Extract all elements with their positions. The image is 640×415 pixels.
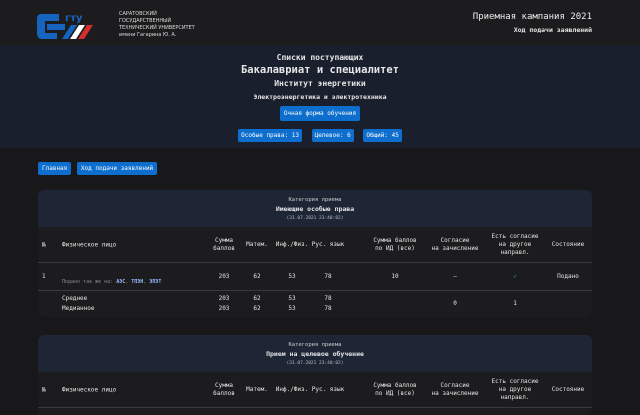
col-sum: Сумма баллов — [213, 381, 235, 397]
home-button[interactable]: Главная — [38, 162, 72, 175]
col-state: Состояние — [551, 385, 585, 393]
col-person: Физическое лицо — [62, 386, 117, 393]
category-date: (31.07.2021 23:40:02) — [286, 216, 344, 221]
col-consent: Согласие на зачисление — [431, 236, 479, 252]
col-other: Есть согласие на другое направл. — [491, 377, 539, 401]
col-math: Матем. — [246, 240, 268, 248]
also-applied: Подано так же на: АЭС, ТПЭН, ЭПЭТ — [62, 279, 162, 285]
category-name: Прием на целевое обучение — [266, 350, 364, 358]
table-row: 1 Подано так же на: АЭС, ТПЭН, ЭПЭТ 203 … — [38, 263, 592, 291]
col-sum: Сумма баллов — [213, 236, 235, 252]
progress-link[interactable]: Ход подачи заявлений — [473, 26, 592, 34]
program-title: Электроэнергетика и электротехника — [253, 93, 387, 101]
col-consent: Согласие на зачисление — [431, 381, 479, 397]
campaign-title: Приемная кампания 2021 — [472, 12, 592, 22]
median-rus: 78 — [324, 305, 332, 312]
avg-sum: 203 — [218, 295, 230, 302]
median-label: Медианное — [62, 305, 95, 312]
level-title: Бакалавриат и специалитет — [240, 64, 400, 76]
progress-button[interactable]: Ход подачи заявлений — [76, 162, 158, 175]
avg-inf: 53 — [288, 295, 296, 302]
avg-rus: 78 — [324, 295, 332, 302]
hero: Списки поступающих Бакалавриат и специал… — [0, 45, 640, 148]
col-id: Сумма баллов по ИД (все) — [373, 236, 417, 252]
general-count-button[interactable]: Общий: 45 — [363, 129, 402, 142]
col-num: № — [42, 241, 46, 248]
median-math: 62 — [253, 305, 261, 312]
row-id: 10 — [391, 273, 399, 280]
col-inf: Инф./Физ. — [275, 385, 309, 393]
col-rus: Рус. язык — [311, 240, 345, 248]
row-consent: — — [453, 273, 457, 280]
row-inf: 53 — [288, 273, 296, 280]
col-num: № — [42, 386, 46, 393]
row-sum: 203 — [218, 273, 230, 280]
avg-math: 62 — [253, 295, 261, 302]
target-count-button[interactable]: Целевое: 6 — [311, 129, 354, 142]
col-id: Сумма баллов по ИД (все) — [373, 381, 417, 397]
site-header: гту САРАТОВСКИЙ ГОСУДАРСТВЕННЫЙ ТЕХНИЧЕС… — [0, 0, 640, 45]
row-math: 62 — [253, 273, 261, 280]
university-logo[interactable]: гту — [37, 11, 113, 43]
university-name: САРАТОВСКИЙ ГОСУДАРСТВЕННЫЙ ТЕХНИЧЕСКИЙ … — [119, 11, 195, 39]
category-date: (31.07.2021 23:40:02) — [286, 361, 344, 366]
other-total: 1 — [513, 300, 517, 307]
stats-row: Среднее Медианное 203 62 53 78 203 62 53… — [38, 291, 592, 317]
table-header: № Физическое лицо Сумма баллов Матем. Инф… — [38, 372, 592, 408]
col-state: Состояние — [551, 240, 585, 248]
uni-line: САРАТОВСКИЙ — [119, 11, 157, 17]
svg-text:гту: гту — [65, 13, 83, 24]
row-num: 1 — [42, 273, 46, 280]
category-name: Имеющие особые права — [275, 205, 355, 213]
avg-label: Среднее — [62, 295, 88, 302]
nav-buttons: Главная Ход подачи заявлений — [38, 162, 159, 175]
uni-line: имени Гагарина Ю. А. — [119, 32, 177, 38]
col-inf: Инф./Физ. — [275, 240, 309, 248]
check-icon: ✓ — [513, 273, 517, 280]
program-link[interactable]: ЭПЭТ — [149, 279, 161, 285]
row-state: Подано — [557, 273, 579, 280]
consent-total: 0 — [453, 300, 457, 307]
col-rus: Рус. язык — [311, 385, 345, 393]
median-sum: 203 — [218, 305, 230, 312]
institute-title: Институт энергетики — [274, 79, 366, 88]
row-rus: 78 — [324, 273, 332, 280]
category-card: Категория приема Имеющие особые права (3… — [38, 190, 592, 317]
uni-line: ГОСУДАРСТВЕННЫЙ — [119, 18, 172, 24]
col-person: Физическое лицо — [62, 241, 117, 248]
program-link[interactable]: АЭС — [116, 279, 125, 285]
category-label: Категория приема — [288, 197, 342, 203]
category-label: Категория приема — [288, 342, 342, 348]
median-inf: 53 — [288, 305, 296, 312]
col-other: Есть согласие на другое направл. — [491, 232, 539, 256]
program-link[interactable]: ТПЭН — [131, 279, 143, 285]
page-title: Списки поступающих — [276, 53, 364, 62]
special-rights-count-button[interactable]: Особые права: 13 — [238, 129, 302, 142]
study-form-button[interactable]: Очная форма обучения — [279, 106, 361, 121]
uni-line: ТЕХНИЧЕСКИЙ УНИВЕРСИТЕТ — [119, 25, 195, 31]
table-header: № Физическое лицо Сумма баллов Матем. Инф… — [38, 227, 592, 263]
category-card: Категория приема Прием на целевое обучен… — [38, 335, 592, 415]
col-math: Матем. — [246, 385, 268, 393]
